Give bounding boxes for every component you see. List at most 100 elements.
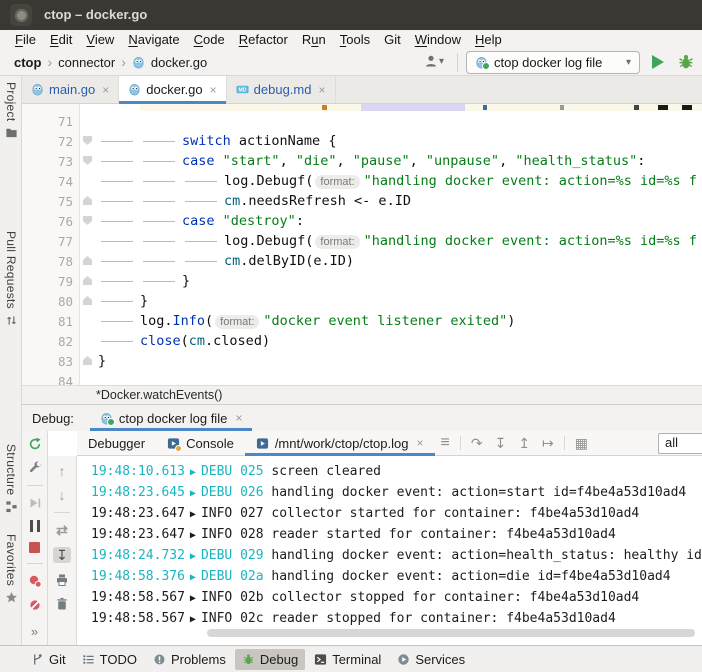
log-line: 19:48:23.645▶DEBU 026 handling docker ev…: [91, 482, 702, 503]
debug-session-tab[interactable]: ctop docker log file ×: [90, 405, 252, 431]
code-line[interactable]: 73case "start", "die", "pause", "unpause…: [22, 151, 702, 171]
stop-button[interactable]: [29, 542, 40, 553]
menu-file[interactable]: File: [8, 32, 43, 47]
options-menu-icon[interactable]: ≡: [441, 434, 450, 452]
close-icon[interactable]: ×: [210, 83, 217, 97]
run-configuration-select[interactable]: ctop docker log file ▾: [466, 51, 640, 74]
mute-breakpoints-button[interactable]: [28, 598, 42, 612]
code-line[interactable]: 80}: [22, 291, 702, 311]
log-console-output[interactable]: 19:48:10.613▶DEBU 025 screen cleared19:4…: [77, 456, 702, 645]
menu-edit[interactable]: Edit: [43, 32, 79, 47]
log-filter-select[interactable]: all: [658, 433, 702, 454]
code-line[interactable]: 76case "destroy":: [22, 211, 702, 231]
tab-debug-md[interactable]: debug.md×: [227, 76, 336, 103]
debug-tab--mnt-work-ctop-ctop-log[interactable]: /mnt/work/ctop/ctop.log×: [245, 431, 435, 455]
breadcrumb-item-docker-go[interactable]: docker.go: [151, 55, 207, 70]
layout-grid-icon[interactable]: ▦: [575, 435, 588, 452]
breadcrumb-item-connector[interactable]: connector: [58, 55, 115, 70]
rerun-button[interactable]: [28, 437, 42, 451]
fold-marker-icon[interactable]: [83, 156, 92, 165]
statusbar-item-todo[interactable]: TODO: [75, 649, 144, 670]
menu-git[interactable]: Git: [377, 32, 408, 47]
prev-occurrence-button[interactable]: ↑: [59, 464, 66, 478]
statusbar-item-problems[interactable]: Problems: [146, 649, 233, 670]
pause-button[interactable]: [30, 520, 40, 532]
resume-button[interactable]: [28, 496, 42, 510]
sidebar-item-project[interactable]: Project: [0, 82, 22, 139]
jump-to-source-icon[interactable]: ↷: [471, 435, 483, 452]
navigate-caret-icon[interactable]: ↦: [542, 435, 554, 452]
mnemonic: W: [415, 32, 427, 47]
debugger-actions-toolbar: »: [22, 431, 48, 645]
scroll-down-icon[interactable]: ↧: [495, 435, 507, 452]
code-line[interactable]: 78cm.delByID(e.ID): [22, 251, 702, 271]
statusbar-item-terminal[interactable]: Terminal: [307, 649, 388, 670]
close-icon[interactable]: ×: [235, 411, 242, 425]
fold-marker-icon[interactable]: [83, 216, 92, 225]
clear-all-button[interactable]: [55, 597, 69, 611]
code-token: switch: [182, 133, 231, 149]
menu-refactor[interactable]: Refactor: [232, 32, 295, 47]
menu-tools[interactable]: Tools: [333, 32, 377, 47]
code-token: format:: [315, 175, 359, 189]
debug-toolwindow-header: Debug: ctop docker log file ×: [22, 404, 702, 431]
code-line[interactable]: 71: [22, 111, 702, 131]
print-button[interactable]: [55, 573, 69, 587]
statusbar-item-git[interactable]: Git: [24, 649, 73, 670]
view-breakpoints-button[interactable]: [28, 574, 42, 588]
code-text: log.Debugf(format:"handling docker event…: [98, 233, 697, 249]
close-icon[interactable]: ×: [102, 83, 109, 97]
editor[interactable]: 7172switch actionName {73case "start", "…: [22, 104, 702, 385]
enclosing-method-label[interactable]: *Docker.watchEvents(): [96, 388, 222, 402]
more-actions-button[interactable]: »: [31, 624, 38, 639]
sidebar-item-structure[interactable]: Structure: [0, 444, 22, 513]
log-timestamp: 19:48:23.647: [91, 506, 185, 521]
window-menu-button[interactable]: [10, 4, 32, 26]
fold-marker-icon[interactable]: [83, 196, 92, 205]
line-number: 77: [22, 234, 80, 249]
soft-wrap-button[interactable]: ⇄: [56, 523, 68, 537]
horizontal-scrollbar[interactable]: [207, 629, 695, 637]
menu-code[interactable]: Code: [187, 32, 232, 47]
code-line[interactable]: 75cm.needsRefresh <- e.ID: [22, 191, 702, 211]
debug-tab-debugger[interactable]: Debugger: [77, 431, 156, 455]
fold-marker-icon[interactable]: [83, 296, 92, 305]
tab-main-go[interactable]: main.go×: [22, 76, 119, 103]
mnemonic: F: [15, 32, 23, 47]
menu-view[interactable]: View: [79, 32, 121, 47]
statusbar-item-services[interactable]: Services: [390, 649, 472, 670]
fold-marker-icon[interactable]: [83, 356, 92, 365]
next-occurrence-button[interactable]: ↓: [59, 488, 66, 502]
code-line[interactable]: 74log.Debugf(format:"handling docker eve…: [22, 171, 702, 191]
close-icon[interactable]: ×: [416, 436, 423, 450]
scroll-up-icon[interactable]: ↥: [518, 435, 530, 452]
breadcrumb-item-ctop[interactable]: ctop: [14, 55, 41, 70]
menu-window[interactable]: Window: [408, 32, 468, 47]
fold-marker-icon[interactable]: [83, 276, 92, 285]
code-line[interactable]: 83}: [22, 351, 702, 371]
sidebar-item-pull-requests[interactable]: Pull Requests: [0, 231, 22, 327]
log-line: 19:48:58.567▶INFO 02b collector stopped …: [91, 587, 702, 608]
run-button[interactable]: [652, 55, 664, 69]
clipped-code-line: [22, 104, 702, 111]
tab-docker-go[interactable]: docker.go×: [119, 76, 226, 103]
fold-marker-icon[interactable]: [83, 256, 92, 265]
menu-help[interactable]: Help: [468, 32, 509, 47]
menu-navigate[interactable]: Navigate: [121, 32, 186, 47]
code-line[interactable]: 82close(cm.closed): [22, 331, 702, 351]
user-account-button[interactable]: ▾: [424, 54, 444, 68]
code-line[interactable]: 81log.Info(format:"docker event listener…: [22, 311, 702, 331]
code-line[interactable]: 84: [22, 371, 702, 385]
scroll-to-end-button[interactable]: ↧: [53, 547, 71, 563]
debug-tab-console[interactable]: Console: [156, 431, 245, 455]
code-line[interactable]: 79}: [22, 271, 702, 291]
close-icon[interactable]: ×: [318, 83, 325, 97]
statusbar-item-debug[interactable]: Debug: [235, 649, 305, 670]
fold-marker-icon[interactable]: [83, 136, 92, 145]
code-line[interactable]: 77 log.Debugf(format:"handling docker eve…: [22, 231, 702, 251]
sidebar-item-favorites[interactable]: Favorites: [0, 534, 22, 604]
settings-wrench-button[interactable]: [28, 461, 42, 475]
debug-run-button[interactable]: [677, 53, 695, 71]
menu-run[interactable]: Run: [295, 32, 333, 47]
code-line[interactable]: 72switch actionName {: [22, 131, 702, 151]
